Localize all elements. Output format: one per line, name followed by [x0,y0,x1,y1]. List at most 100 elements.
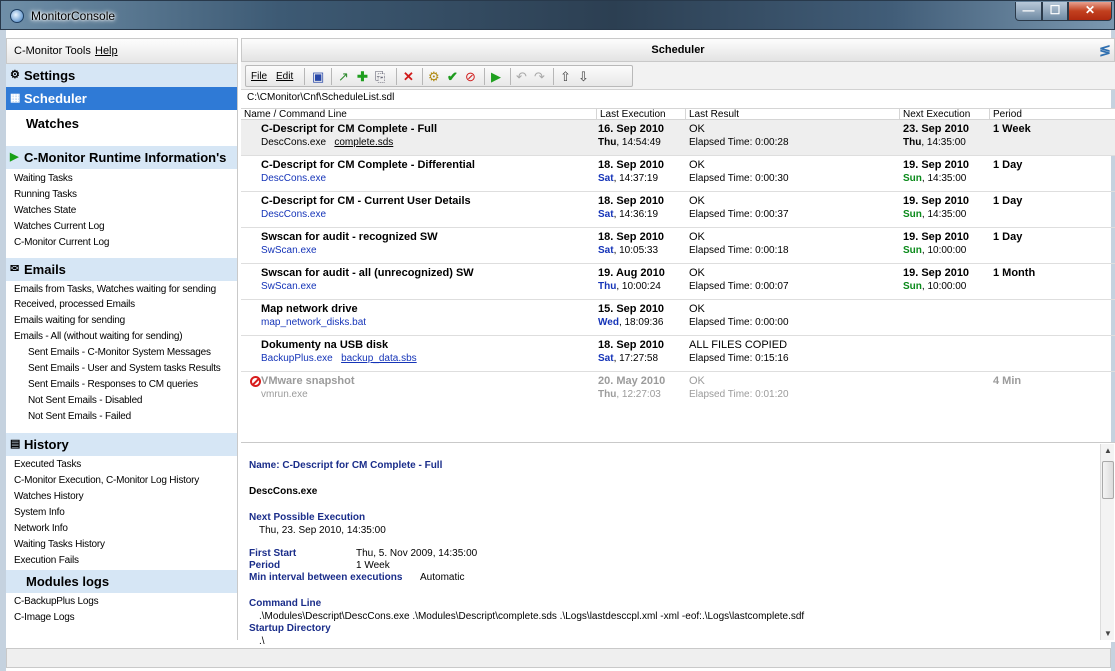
sidebar-history[interactable]: ▤ History [6,433,237,456]
enable-icon[interactable]: ✔ [447,68,458,85]
last-result: OK [689,303,705,315]
sidebar-item-system-info[interactable]: System Info [14,507,65,518]
schedule-file-path: C:\CMonitor\Cnf\ScheduleList.sdl [247,92,395,103]
next-execution-time: Sun, 14:35:00 [903,209,966,220]
run-icon[interactable]: ▶ [491,68,501,85]
toolbar-separator [484,68,485,85]
move-down-icon[interactable]: ⇩ [578,68,589,85]
elapsed-time: Elapsed Time: 0:01:20 [689,389,789,400]
task-name: Map network drive [261,303,358,315]
next-execution-clock: , 10:00:00 [921,281,967,292]
sidebar-item-sent-responses[interactable]: Sent Emails - Responses to CM queries [28,379,198,390]
scroll-down-icon[interactable]: ▼ [1104,629,1112,638]
sidebar-item-executed-tasks[interactable]: Executed Tasks [14,459,81,470]
sidebar-item-waiting-tasks-history[interactable]: Waiting Tasks History [14,539,105,550]
sidebar-item-received-emails[interactable]: Received, processed Emails [14,299,135,310]
task-name: Dokumenty na USB disk [261,339,389,351]
sidebar-item-watches-history[interactable]: Watches History [14,491,84,502]
menu-bar: C-Monitor Tools Help [6,38,238,64]
sidebar-item-emails-waiting[interactable]: Emails from Tasks, Watches waiting for s… [14,284,216,295]
task-exe: SwScan.exe [261,245,317,256]
sidebar-scheduler[interactable]: ▦ Scheduler [6,87,237,110]
detail-first-label: First Start [249,548,297,559]
sidebar-runtime-info[interactable]: ▶ C-Monitor Runtime Information's [6,146,237,169]
sidebar-item-waiting-tasks[interactable]: Waiting Tasks [14,173,73,184]
add-task-icon[interactable]: ↗ [338,68,349,85]
undo-icon[interactable]: ↶ [516,68,527,85]
table-row[interactable]: Dokumenty na USB disk BackupPlus.exe bac… [241,336,1115,372]
column-header-last-execution[interactable]: Last Execution [596,109,685,120]
column-header-period[interactable]: Period [989,109,1115,120]
task-arg-link[interactable]: backup_data.sbs [341,353,417,364]
disable-icon[interactable]: ⊘ [465,68,476,85]
next-execution-clock: , 14:35:00 [921,209,967,220]
sidebar-watches[interactable]: Watches [6,112,237,135]
move-up-icon[interactable]: ⇧ [560,68,571,85]
table-row[interactable]: C-Descript for CM Complete - Full DescCo… [241,120,1115,156]
last-execution-time: Sat, 10:05:33 [598,245,658,256]
sidebar-emails[interactable]: ✉ Emails [6,258,237,281]
scroll-up-icon[interactable]: ▲ [1104,446,1112,455]
sidebar-item-watches-state[interactable]: Watches State [14,205,76,216]
table-row[interactable]: Swscan for audit - recognized SW SwScan.… [241,228,1115,264]
sidebar-item-execution-fails[interactable]: Execution Fails [14,555,79,566]
redo-icon[interactable]: ↷ [534,68,545,85]
menu-cmonitor-tools[interactable]: C-Monitor Tools [14,45,91,57]
sidebar-item-execution-log-history[interactable]: C-Monitor Execution, C-Monitor Log Histo… [14,475,199,486]
sidebar-emails-label: Emails [24,262,66,277]
table-row[interactable]: C-Descript for CM - Current User Details… [241,192,1115,228]
minimize-button[interactable]: — [1015,2,1042,21]
next-execution-date: 19. Sep 2010 [903,195,970,207]
elapsed-time: Elapsed Time: 0:00:18 [689,245,789,256]
sidebar-item-sent-results[interactable]: Sent Emails - User and System tasks Resu… [28,363,221,374]
sidebar-item-watches-current-log[interactable]: Watches Current Log [14,221,105,232]
table-row[interactable]: VMware snapshot vmrun.exe 20. May 2010 T… [241,372,1115,408]
copy-icon[interactable]: ⎘ [375,68,385,85]
period: 1 Week [993,123,1031,135]
play-icon: ▶ [10,151,19,163]
delete-icon[interactable]: ✕ [403,68,414,85]
task-arg-link[interactable]: complete.sds [334,137,393,148]
sidebar-item-backupplus-logs[interactable]: C-BackupPlus Logs [14,596,99,607]
sidebar: ⚙ Settings ▦ Scheduler Watches ▶ C-Monitor … [6,64,238,640]
save-icon[interactable]: ▣ [312,68,324,85]
sidebar-modules-logs[interactable]: Modules logs [6,570,237,593]
sidebar-item-image-logs[interactable]: C-Image Logs [14,612,75,623]
sidebar-item-emails-for-sending[interactable]: Emails waiting for sending [14,315,125,326]
detail-period-value: 1 Week [356,560,390,571]
next-execution-date: 19. Sep 2010 [903,159,970,171]
sidebar-settings[interactable]: ⚙ Settings [6,64,237,87]
period: 1 Day [993,231,1023,243]
sidebar-item-cmonitor-current-log[interactable]: C-Monitor Current Log [14,237,109,248]
sidebar-item-running-tasks[interactable]: Running Tasks [14,189,77,200]
settings-icon[interactable]: ⚙ [428,68,440,85]
detail-next-label: Next Possible Execution [249,512,366,523]
task-name: C-Descript for CM Complete - Differentia… [261,159,475,171]
table-row[interactable]: C-Descript for CM Complete - Differentia… [241,156,1115,192]
column-header-next-execution[interactable]: Next Execution [899,109,989,120]
details-scrollbar[interactable]: ▲ ▼ [1100,444,1114,640]
close-button[interactable]: ✕ [1068,2,1112,21]
last-execution-clock: , 14:37:19 [613,173,659,184]
scrollbar-thumb[interactable] [1102,461,1114,499]
maximize-button[interactable]: ☐ [1042,2,1068,21]
sidebar-item-sent-system[interactable]: Sent Emails - C-Monitor System Messages [28,347,211,358]
table-row[interactable]: Swscan for audit - all (unrecognized) SW… [241,264,1115,300]
sidebar-item-not-sent-disabled[interactable]: Not Sent Emails - Disabled [28,395,142,406]
column-header-last-result[interactable]: Last Result [685,109,899,120]
period: 4 Min [993,375,1022,387]
last-execution-time: Thu, 12:27:03 [598,389,661,400]
table-row[interactable]: Map network drive map_network_disks.bat … [241,300,1115,336]
toolbar-edit[interactable]: Edit [276,68,293,85]
sidebar-item-emails-all[interactable]: Emails - All (without waiting for sendin… [14,331,183,342]
detail-name-value: C-Descript for CM Complete - Full [282,460,443,471]
detail-interval-label: Min interval between executions [249,572,403,583]
toolbar-file[interactable]: File [251,68,267,85]
sidebar-item-not-sent-failed[interactable]: Not Sent Emails - Failed [28,411,131,422]
add-icon[interactable]: ✚ [357,68,368,85]
sidebar-item-network-info[interactable]: Network Info [14,523,68,534]
elapsed-time: Elapsed Time: 0:00:00 [689,317,789,328]
menu-help[interactable]: Help [95,45,118,57]
toolbar-separator [510,68,511,85]
column-header-name[interactable]: Name / Command Line [241,109,596,120]
